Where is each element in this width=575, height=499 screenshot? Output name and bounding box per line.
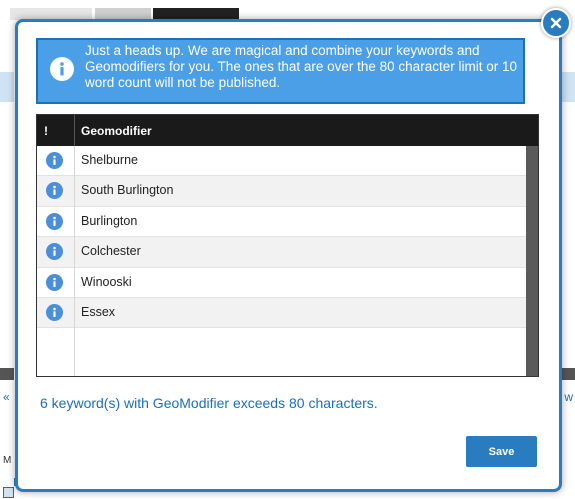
- table-body: Shelburne South Burlington Burlington Colch…: [37, 146, 526, 329]
- background-strip: [560, 72, 575, 102]
- info-icon[interactable]: [46, 243, 63, 261]
- info-icon[interactable]: [46, 152, 63, 169]
- info-icon[interactable]: [46, 212, 63, 230]
- geomodifier-name: Winooski: [81, 274, 132, 289]
- background-bar: [560, 368, 575, 380]
- info-alert: Just a heads up. We are magical and comb…: [36, 38, 525, 104]
- info-icon[interactable]: [46, 303, 63, 321]
- info-icon[interactable]: [46, 182, 63, 200]
- background-bar: [0, 368, 14, 380]
- column-header-status: !: [44, 124, 48, 138]
- background-strip: [0, 72, 14, 102]
- background-text: M: [3, 455, 12, 466]
- close-icon: [550, 17, 562, 29]
- background-link: «: [3, 390, 10, 404]
- close-button[interactable]: [541, 8, 571, 38]
- info-icon: [50, 57, 74, 81]
- scrollbar[interactable]: [526, 146, 538, 376]
- geomodifier-name: Colchester: [81, 244, 141, 259]
- table-row[interactable]: Burlington: [37, 207, 526, 238]
- geomodifier-name: Shelburne: [81, 153, 138, 167]
- geomodifier-table: ! Geomodifier Shelburne South Burlington B…: [36, 114, 539, 377]
- save-button[interactable]: Save: [466, 436, 537, 467]
- geomodifier-name: South Burlington: [81, 183, 174, 198]
- geomodifier-name: Essex: [81, 304, 116, 319]
- table-row[interactable]: Colchester: [37, 237, 526, 268]
- column-header-geomodifier[interactable]: Geomodifier: [81, 124, 152, 138]
- geomodifier-name: Burlington: [81, 213, 138, 228]
- table-row[interactable]: Essex: [37, 297, 526, 329]
- table-row[interactable]: Winooski: [37, 268, 526, 298]
- warning-message: 6 keyword(s) with GeoModifier exceeds 80…: [40, 395, 378, 411]
- table-row[interactable]: South Burlington: [37, 176, 526, 207]
- background-checkbox: [3, 487, 14, 498]
- table-row[interactable]: Shelburne: [37, 146, 526, 177]
- alert-message: Just a heads up. We are magical and comb…: [85, 43, 517, 90]
- info-icon[interactable]: [46, 273, 63, 291]
- table-header: ! Geomodifier: [37, 115, 538, 146]
